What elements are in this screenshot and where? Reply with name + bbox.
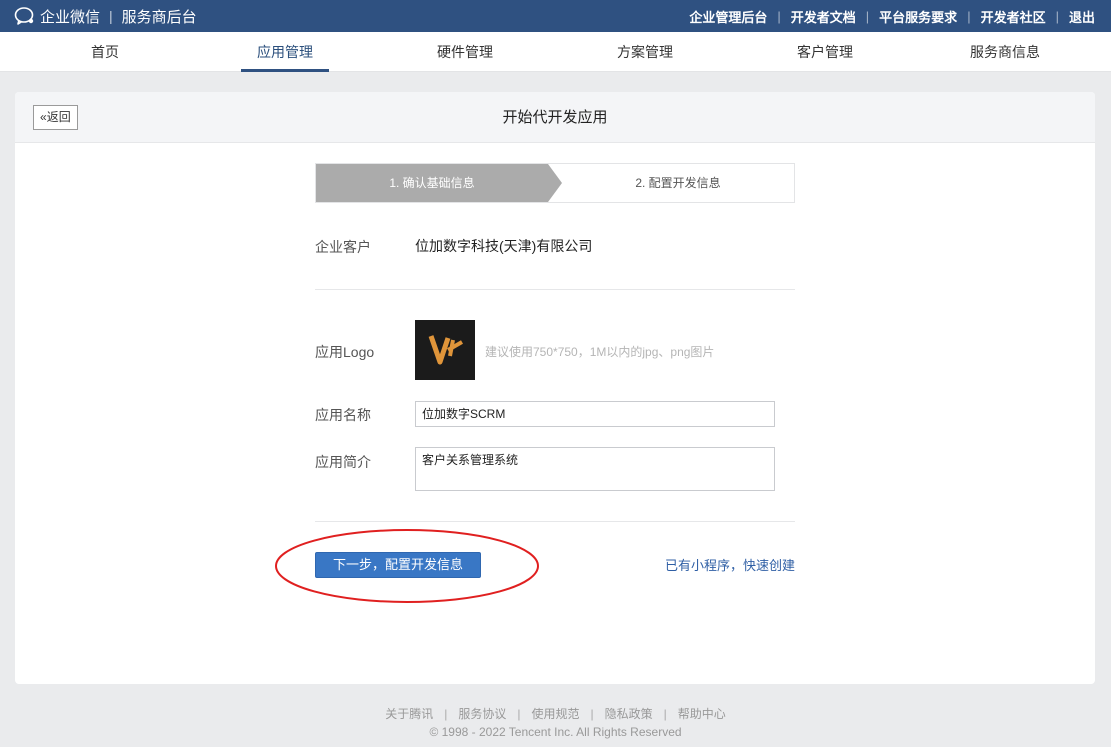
name-label: 应用名称 <box>315 407 371 423</box>
tab-solution-management[interactable]: 方案管理 <box>601 32 689 72</box>
main-nav: 首页 应用管理 硬件管理 方案管理 客户管理 服务商信息 <box>0 32 1111 72</box>
app-logo-image[interactable] <box>415 320 475 380</box>
top-bar: 企业微信 | 服务商后台 企业管理后台 | 开发者文档 | 平台服务要求 | 开… <box>0 0 1111 32</box>
footer-link-help[interactable]: 帮助中心 <box>678 705 726 722</box>
link-developer-community[interactable]: 开发者社区 <box>981 7 1046 26</box>
next-step-button[interactable]: 下一步，配置开发信息 <box>315 552 481 578</box>
app-logo-icon <box>428 335 463 365</box>
divider <box>315 289 795 290</box>
app-name-input[interactable]: 位加数字SCRM <box>415 401 775 427</box>
card-header: «返回 开始代开发应用 <box>15 92 1095 143</box>
footer-links: 关于腾讯 | 服务协议 | 使用规范 | 隐私政策 | 帮助中心 <box>0 705 1111 722</box>
logo-label: 应用Logo <box>315 344 375 360</box>
app-description-textarea[interactable]: 客户关系管理系统 <box>415 447 775 491</box>
divider: | <box>444 706 448 721</box>
divider <box>315 521 795 522</box>
top-links: 企业管理后台 | 开发者文档 | 平台服务要求 | 开发者社区 | 退出 <box>689 0 1095 32</box>
brand-subtitle: 服务商后台 <box>121 8 197 26</box>
tab-customer-management[interactable]: 客户管理 <box>781 32 869 72</box>
link-platform-requirements[interactable]: 平台服务要求 <box>879 7 957 26</box>
step-1-label: 1. 确认基础信息 <box>389 176 475 190</box>
brand[interactable]: 企业微信 | 服务商后台 <box>14 0 197 32</box>
customer-label: 企业客户 <box>315 239 371 255</box>
main-card: «返回 开始代开发应用 1. 确认基础信息 2. 配置开发信息 企业客户 位加数… <box>15 92 1095 684</box>
page-title: 开始代开发应用 <box>502 109 608 126</box>
footer-link-about[interactable]: 关于腾讯 <box>385 705 433 722</box>
brand-divider: | <box>109 8 113 24</box>
footer: 关于腾讯 | 服务协议 | 使用规范 | 隐私政策 | 帮助中心 © 1998 … <box>0 705 1111 740</box>
wework-logo-icon <box>14 7 34 25</box>
tab-app-management[interactable]: 应用管理 <box>241 32 329 72</box>
footer-link-terms[interactable]: 服务协议 <box>458 705 506 722</box>
logo-hint: 建议使用750*750，1M以内的jpg、png图片 <box>485 345 715 359</box>
create-miniprogram-link[interactable]: 已有小程序，快速创建 <box>665 555 795 574</box>
copyright: © 1998 - 2022 Tencent Inc. All Rights Re… <box>429 725 682 739</box>
divider: | <box>967 8 971 24</box>
link-logout[interactable]: 退出 <box>1069 7 1095 26</box>
link-admin-console[interactable]: 企业管理后台 <box>689 7 767 26</box>
divider: | <box>517 706 521 721</box>
divider: | <box>663 706 667 721</box>
divider: | <box>590 706 594 721</box>
tab-home[interactable]: 首页 <box>75 32 135 72</box>
step-indicator: 1. 确认基础信息 2. 配置开发信息 <box>315 163 795 203</box>
divider: | <box>1055 8 1059 24</box>
link-developer-docs[interactable]: 开发者文档 <box>791 7 856 26</box>
divider: | <box>777 8 781 24</box>
customer-value: 位加数字科技(天津)有限公司 <box>415 238 593 254</box>
tab-hardware-management[interactable]: 硬件管理 <box>421 32 509 72</box>
footer-link-usage-rules[interactable]: 使用规范 <box>531 705 579 722</box>
tab-provider-info[interactable]: 服务商信息 <box>954 32 1056 72</box>
description-label: 应用简介 <box>315 454 371 470</box>
divider: | <box>865 8 870 24</box>
brand-name: 企业微信 <box>40 8 101 26</box>
footer-link-privacy[interactable]: 隐私政策 <box>605 705 653 722</box>
step-2-label: 2. 配置开发信息 <box>635 176 721 190</box>
